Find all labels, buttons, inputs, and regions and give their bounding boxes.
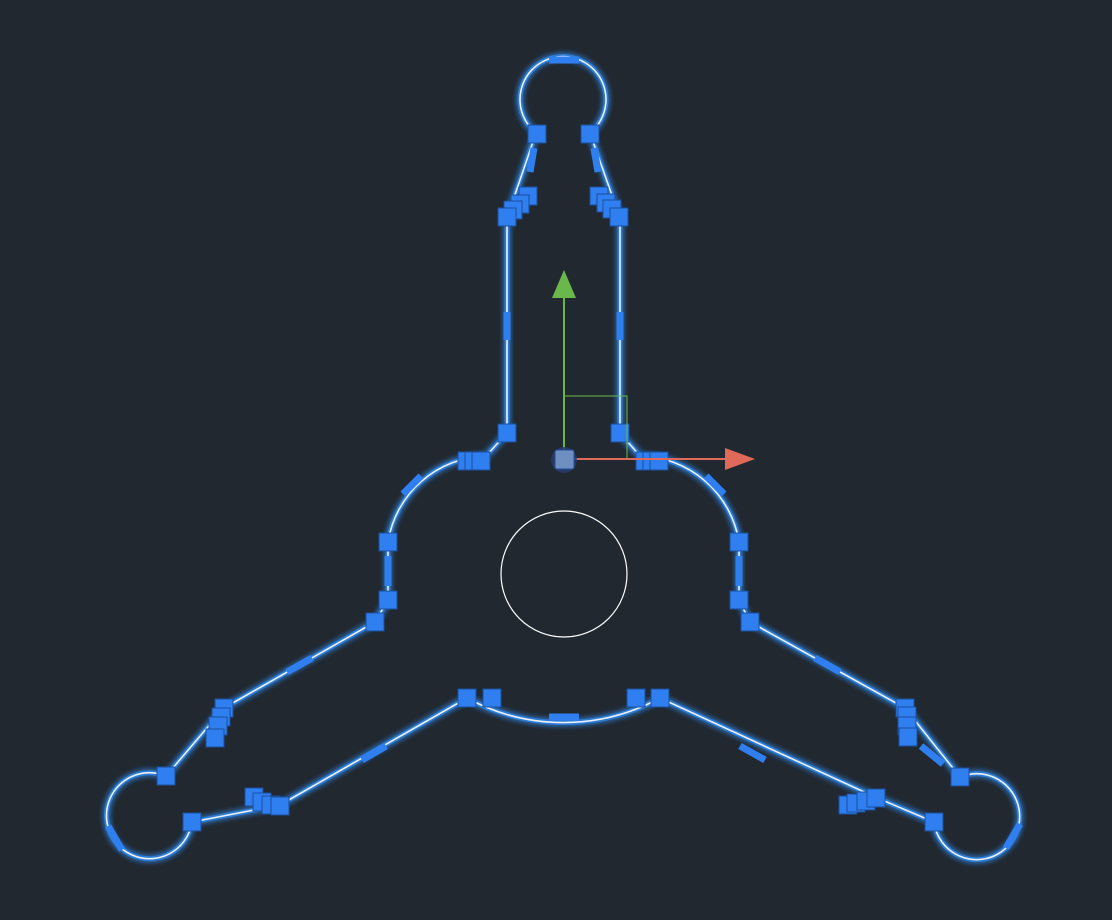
square-grip-icon[interactable] [482,688,502,708]
square-grip-icon[interactable] [497,423,517,443]
square-grip-icon[interactable] [378,532,398,552]
square-grip-icon[interactable] [270,796,290,816]
square-grip-icon[interactable] [650,688,670,708]
square-grip-icon[interactable] [378,590,398,610]
square-grip-icon[interactable] [610,423,630,443]
square-grip-icon[interactable] [649,451,669,471]
square-grip-icon[interactable] [580,124,600,144]
square-grip-icon[interactable] [457,688,477,708]
square-grip-icon[interactable] [365,612,385,632]
square-grip-icon[interactable] [898,727,918,747]
square-grip-icon[interactable] [729,590,749,610]
square-grip-icon[interactable] [740,612,760,632]
square-grip-icon[interactable] [609,207,629,227]
square-grip-icon[interactable] [626,688,646,708]
square-grip-icon[interactable] [729,532,749,552]
square-grip-icon[interactable] [182,812,202,832]
square-grip-icon[interactable] [497,207,517,227]
x-axis-arrow-icon[interactable] [725,448,755,470]
square-grip-icon[interactable] [527,124,547,144]
drawing-viewport[interactable] [0,0,1112,920]
center-circle[interactable] [500,510,628,638]
drawing-canvas[interactable] [0,0,1112,920]
y-axis-arrow-icon[interactable] [552,270,576,298]
square-grip-icon[interactable] [156,766,176,786]
square-grip-icon[interactable] [924,812,944,832]
midpoint-grip-icon[interactable] [526,147,538,173]
midpoint-grip-icon[interactable] [590,147,602,173]
square-grip-icon[interactable] [866,788,886,808]
square-grip-icon[interactable] [471,451,491,471]
base-point-grip-icon[interactable] [554,449,575,470]
ucs-move-gizmo[interactable] [551,270,755,473]
square-grip-icon[interactable] [950,767,970,787]
square-grip-icon[interactable] [205,728,225,748]
